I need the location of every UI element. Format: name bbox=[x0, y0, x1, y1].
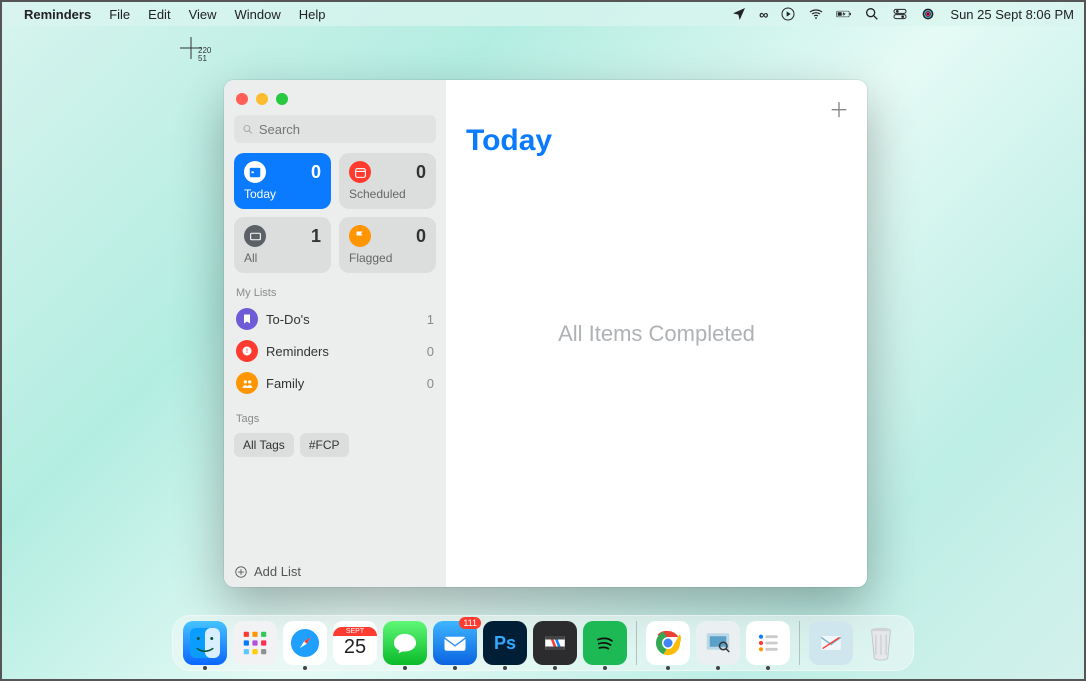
scheduled-count: 0 bbox=[416, 162, 426, 183]
today-count: 0 bbox=[311, 162, 321, 183]
sidebar: 0 Today 0 Scheduled bbox=[224, 80, 446, 587]
photoshop-label: Ps bbox=[494, 633, 516, 654]
dock-app-safari[interactable] bbox=[283, 621, 327, 665]
smart-list-all[interactable]: 1 All bbox=[234, 217, 331, 273]
today-icon bbox=[244, 161, 266, 183]
list-name: Reminders bbox=[266, 344, 427, 359]
menu-edit[interactable]: Edit bbox=[148, 7, 170, 22]
minimize-button[interactable] bbox=[256, 93, 268, 105]
dock: SEPT25 111 Ps bbox=[172, 615, 914, 671]
dock-item-document[interactable] bbox=[809, 621, 853, 665]
spotlight-icon[interactable] bbox=[864, 6, 880, 22]
siri-icon[interactable] bbox=[920, 6, 936, 22]
calendar-month: SEPT bbox=[333, 627, 377, 636]
menu-file[interactable]: File bbox=[109, 7, 130, 22]
list-icon: ! bbox=[236, 340, 258, 362]
dock-app-reminders[interactable] bbox=[746, 621, 790, 665]
calendar-day: 25 bbox=[344, 636, 366, 659]
today-label: Today bbox=[244, 187, 321, 201]
flagged-icon bbox=[349, 225, 371, 247]
close-button[interactable] bbox=[236, 93, 248, 105]
window-controls bbox=[234, 90, 436, 115]
plus-circle-icon bbox=[234, 565, 248, 579]
infinity-icon[interactable]: ∞ bbox=[759, 7, 768, 22]
dock-trash[interactable] bbox=[859, 621, 903, 665]
list-icon bbox=[236, 308, 258, 330]
dock-separator bbox=[636, 621, 637, 665]
menu-view[interactable]: View bbox=[189, 7, 217, 22]
flagged-label: Flagged bbox=[349, 251, 426, 265]
smart-list-today[interactable]: 0 Today bbox=[234, 153, 331, 209]
dock-app-chrome[interactable] bbox=[646, 621, 690, 665]
play-icon[interactable] bbox=[780, 6, 796, 22]
list-icon bbox=[236, 372, 258, 394]
all-count: 1 bbox=[311, 226, 321, 247]
my-lists-header: My Lists bbox=[236, 287, 434, 299]
list-item[interactable]: ! Reminders 0 bbox=[234, 335, 436, 367]
dock-separator bbox=[799, 621, 800, 665]
dock-app-spotify[interactable] bbox=[583, 621, 627, 665]
add-list-button[interactable]: Add List bbox=[234, 556, 436, 579]
dock-app-photoshop[interactable]: Ps bbox=[483, 621, 527, 665]
search-field[interactable] bbox=[234, 115, 436, 143]
all-label: All bbox=[244, 251, 321, 265]
tag-chip[interactable]: #FCP bbox=[300, 433, 349, 457]
clock[interactable]: Sun 25 Sept 8:06 PM bbox=[950, 7, 1074, 22]
list-count: 0 bbox=[427, 376, 434, 391]
list-name: To-Do's bbox=[266, 312, 427, 327]
location-icon[interactable] bbox=[731, 6, 747, 22]
search-input[interactable] bbox=[259, 122, 428, 137]
menubar: Reminders File Edit View Window Help ∞ S… bbox=[2, 2, 1084, 26]
dock-app-launchpad[interactable] bbox=[233, 621, 277, 665]
svg-text:!: ! bbox=[246, 349, 248, 355]
desktop: Reminders File Edit View Window Help ∞ S… bbox=[0, 0, 1086, 681]
list-item[interactable]: To-Do's 1 bbox=[234, 303, 436, 335]
page-title: Today bbox=[466, 124, 847, 158]
mail-badge: 111 bbox=[459, 617, 481, 629]
smart-list-scheduled[interactable]: 0 Scheduled bbox=[339, 153, 436, 209]
tag-chip-all[interactable]: All Tags bbox=[234, 433, 294, 457]
dock-app-messages[interactable] bbox=[383, 621, 427, 665]
control-center-icon[interactable] bbox=[892, 6, 908, 22]
zoom-button[interactable] bbox=[276, 93, 288, 105]
list-name: Family bbox=[266, 376, 427, 391]
flagged-count: 0 bbox=[416, 226, 426, 247]
list-count: 0 bbox=[427, 344, 434, 359]
dock-app-final-cut[interactable] bbox=[533, 621, 577, 665]
list-count: 1 bbox=[427, 312, 434, 327]
app-menu[interactable]: Reminders bbox=[24, 7, 91, 22]
smart-list-flagged[interactable]: 0 Flagged bbox=[339, 217, 436, 273]
scheduled-icon bbox=[349, 161, 371, 183]
dock-app-preview[interactable] bbox=[696, 621, 740, 665]
scheduled-label: Scheduled bbox=[349, 187, 426, 201]
wifi-icon[interactable] bbox=[808, 6, 824, 22]
screenshot-crosshair-cursor: 22051 bbox=[180, 37, 202, 65]
tags-header: Tags bbox=[236, 413, 434, 425]
reminders-window: 0 Today 0 Scheduled bbox=[224, 80, 867, 587]
main-panel: ＋ Today All Items Completed bbox=[446, 80, 867, 587]
all-icon bbox=[244, 225, 266, 247]
add-reminder-button[interactable]: ＋ bbox=[829, 94, 849, 123]
search-icon bbox=[242, 123, 254, 136]
battery-icon[interactable] bbox=[836, 6, 852, 22]
dock-app-mail[interactable]: 111 bbox=[433, 621, 477, 665]
menu-help[interactable]: Help bbox=[299, 7, 326, 22]
empty-state-text: All Items Completed bbox=[558, 321, 755, 347]
dock-app-finder[interactable] bbox=[183, 621, 227, 665]
add-list-label: Add List bbox=[254, 564, 301, 579]
dock-app-calendar[interactable]: SEPT25 bbox=[333, 621, 377, 665]
list-item[interactable]: Family 0 bbox=[234, 367, 436, 399]
menu-window[interactable]: Window bbox=[235, 7, 281, 22]
